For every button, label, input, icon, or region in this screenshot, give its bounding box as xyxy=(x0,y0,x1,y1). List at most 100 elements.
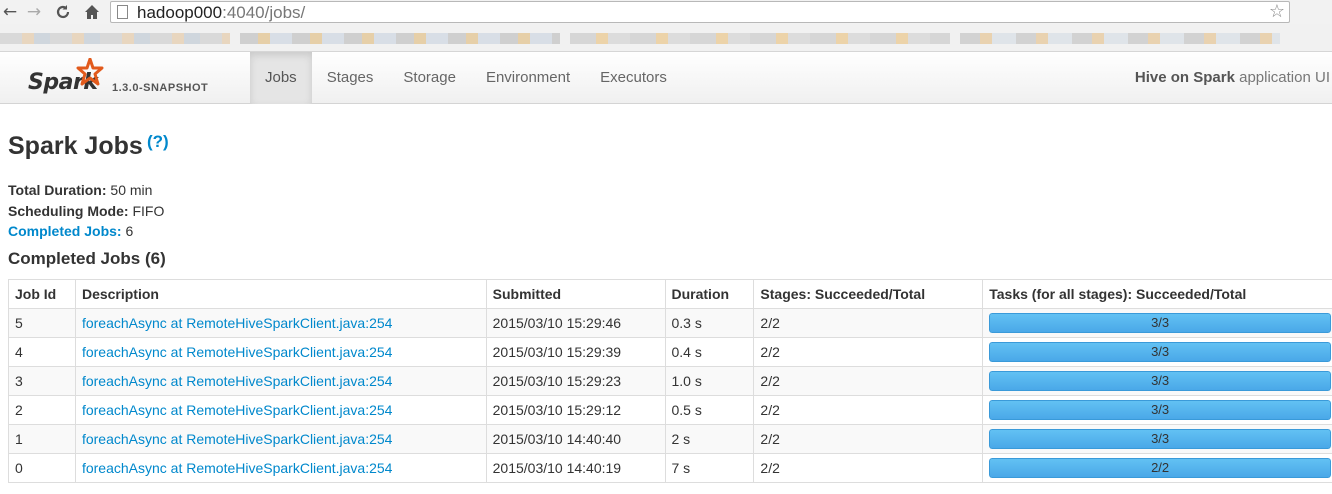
spark-logo[interactable]: Spark 1.3.0-SNAPSHOT xyxy=(28,58,228,102)
tasks-cell: 3/3 xyxy=(982,366,1332,396)
star-icon[interactable]: ☆ xyxy=(1269,2,1285,22)
description-cell: foreachAsync at RemoteHiveSparkClient.ja… xyxy=(74,308,487,338)
table-row: 2 foreachAsync at RemoteHiveSparkClient.j… xyxy=(8,395,1332,425)
table-row: 5 foreachAsync at RemoteHiveSparkClient.j… xyxy=(8,308,1332,338)
blurred-bookmarks xyxy=(0,33,230,44)
spark-star-icon xyxy=(76,58,104,86)
submitted-cell: 2015/03/10 14:40:40 xyxy=(485,424,666,454)
job-description-link[interactable]: foreachAsync at RemoteHiveSparkClient.ja… xyxy=(82,373,393,389)
progress-label: 3/3 xyxy=(1151,431,1170,446)
tasks-cell: 3/3 xyxy=(982,424,1332,454)
progress-label: 3/3 xyxy=(1151,344,1170,359)
total-duration: Total Duration: 50 min xyxy=(8,182,153,198)
header-job-id[interactable]: Job Id xyxy=(8,279,76,309)
stages-cell: 2/2 xyxy=(753,424,984,454)
duration-cell: 7 s xyxy=(664,453,755,483)
header-stages[interactable]: Stages: Succeeded/Total xyxy=(753,279,984,309)
job-id-cell: 2 xyxy=(8,395,76,425)
tasks-progress-bar: 3/3 xyxy=(989,429,1331,449)
duration-cell: 2 s xyxy=(664,424,755,454)
job-summary: Total Duration: 50 min Scheduling Mode: … xyxy=(8,180,164,242)
header-description[interactable]: Description xyxy=(74,279,487,309)
completed-jobs-count: Completed Jobs: 6 xyxy=(8,223,134,239)
stages-cell: 2/2 xyxy=(753,308,984,338)
job-description-link[interactable]: foreachAsync at RemoteHiveSparkClient.ja… xyxy=(82,431,393,447)
header-duration[interactable]: Duration xyxy=(664,279,755,309)
duration-cell: 0.4 s xyxy=(664,337,755,367)
arrow-right-icon[interactable]: → xyxy=(24,1,44,23)
tasks-cell: 3/3 xyxy=(982,337,1332,367)
progress-label: 3/3 xyxy=(1151,402,1170,417)
table-row: 4 foreachAsync at RemoteHiveSparkClient.j… xyxy=(8,337,1332,367)
submitted-cell: 2015/03/10 15:29:23 xyxy=(485,366,666,396)
address-bar[interactable]: hadoop000:4040/jobs/ ☆ xyxy=(110,1,1290,23)
tasks-cell: 2/2 xyxy=(982,453,1332,483)
version-label: 1.3.0-SNAPSHOT xyxy=(112,82,209,94)
progress-label: 3/3 xyxy=(1151,315,1170,330)
job-description-link[interactable]: foreachAsync at RemoteHiveSparkClient.ja… xyxy=(82,315,393,331)
job-description-link[interactable]: foreachAsync at RemoteHiveSparkClient.ja… xyxy=(82,460,393,476)
description-cell: foreachAsync at RemoteHiveSparkClient.ja… xyxy=(74,366,487,396)
table-row: 1 foreachAsync at RemoteHiveSparkClient.j… xyxy=(8,424,1332,454)
tasks-progress-bar: 3/3 xyxy=(989,400,1331,420)
stages-cell: 2/2 xyxy=(753,337,984,367)
bookmarks-bar xyxy=(0,24,1332,52)
stages-cell: 2/2 xyxy=(753,453,984,483)
tasks-cell: 3/3 xyxy=(982,395,1332,425)
duration-cell: 0.5 s xyxy=(664,395,755,425)
scheduling-mode: Scheduling Mode: FIFO xyxy=(8,202,165,219)
progress-label: 3/3 xyxy=(1151,373,1170,388)
tab-stages[interactable]: Stages xyxy=(312,52,389,104)
duration-cell: 1.0 s xyxy=(664,366,755,396)
tab-environment[interactable]: Environment xyxy=(471,52,585,104)
blurred-bookmarks xyxy=(240,33,560,44)
job-description-link[interactable]: foreachAsync at RemoteHiveSparkClient.ja… xyxy=(82,402,393,418)
app-name: Hive on Spark application UI xyxy=(1134,69,1330,86)
job-description-link[interactable]: foreachAsync at RemoteHiveSparkClient.ja… xyxy=(82,344,393,360)
blurred-bookmarks xyxy=(570,33,950,44)
tasks-progress-bar: 3/3 xyxy=(989,371,1331,391)
description-cell: foreachAsync at RemoteHiveSparkClient.ja… xyxy=(74,337,487,367)
submitted-cell: 2015/03/10 14:40:19 xyxy=(485,453,666,483)
progress-label: 2/2 xyxy=(1151,460,1170,475)
tab-jobs[interactable]: Jobs xyxy=(250,52,312,104)
arrow-left-icon[interactable]: ← xyxy=(0,1,20,23)
table-header-row: Job Id Description Submitted Duration St… xyxy=(8,279,1332,309)
table-row: 0 foreachAsync at RemoteHiveSparkClient.j… xyxy=(8,453,1332,483)
stages-cell: 2/2 xyxy=(753,395,984,425)
job-id-cell: 0 xyxy=(8,453,76,483)
header-submitted[interactable]: Submitted xyxy=(485,279,666,309)
help-link[interactable]: (?) xyxy=(147,132,169,152)
completed-jobs-link[interactable]: Completed Jobs: xyxy=(8,223,122,239)
page-title: Spark Jobs xyxy=(8,132,143,160)
stages-cell: 2/2 xyxy=(753,366,984,396)
job-id-cell: 5 xyxy=(8,308,76,338)
tasks-progress-bar: 3/3 xyxy=(989,313,1331,333)
job-id-cell: 3 xyxy=(8,366,76,396)
blurred-bookmarks xyxy=(960,33,1280,44)
header-tasks[interactable]: Tasks (for all stages): Succeeded/Total xyxy=(982,279,1332,309)
job-id-cell: 1 xyxy=(8,424,76,454)
spark-navbar: Spark 1.3.0-SNAPSHOT Jobs Stages Storage… xyxy=(0,52,1332,104)
completed-jobs-heading: Completed Jobs (6) xyxy=(8,249,166,268)
reload-icon[interactable] xyxy=(53,1,73,23)
description-cell: foreachAsync at RemoteHiveSparkClient.ja… xyxy=(74,424,487,454)
completed-jobs-table: Job Id Description Submitted Duration St… xyxy=(8,279,1332,483)
description-cell: foreachAsync at RemoteHiveSparkClient.ja… xyxy=(74,453,487,483)
table-row: 3 foreachAsync at RemoteHiveSparkClient.j… xyxy=(8,366,1332,396)
tab-storage[interactable]: Storage xyxy=(388,52,471,104)
submitted-cell: 2015/03/10 15:29:39 xyxy=(485,337,666,367)
nav-tabs: Jobs Stages Storage Environment Executor… xyxy=(250,52,682,104)
description-cell: foreachAsync at RemoteHiveSparkClient.ja… xyxy=(74,395,487,425)
tasks-progress-bar: 2/2 xyxy=(989,458,1331,478)
tab-executors[interactable]: Executors xyxy=(585,52,682,104)
submitted-cell: 2015/03/10 15:29:12 xyxy=(485,395,666,425)
browser-toolbar: ← → hadoop000:4040/jobs/ ☆ xyxy=(0,0,1332,24)
duration-cell: 0.3 s xyxy=(664,308,755,338)
page-icon xyxy=(117,5,128,19)
url-text[interactable]: hadoop000:4040/jobs/ xyxy=(137,3,305,22)
tasks-cell: 3/3 xyxy=(982,308,1332,338)
submitted-cell: 2015/03/10 15:29:46 xyxy=(485,308,666,338)
job-id-cell: 4 xyxy=(8,337,76,367)
home-icon[interactable] xyxy=(82,1,102,23)
